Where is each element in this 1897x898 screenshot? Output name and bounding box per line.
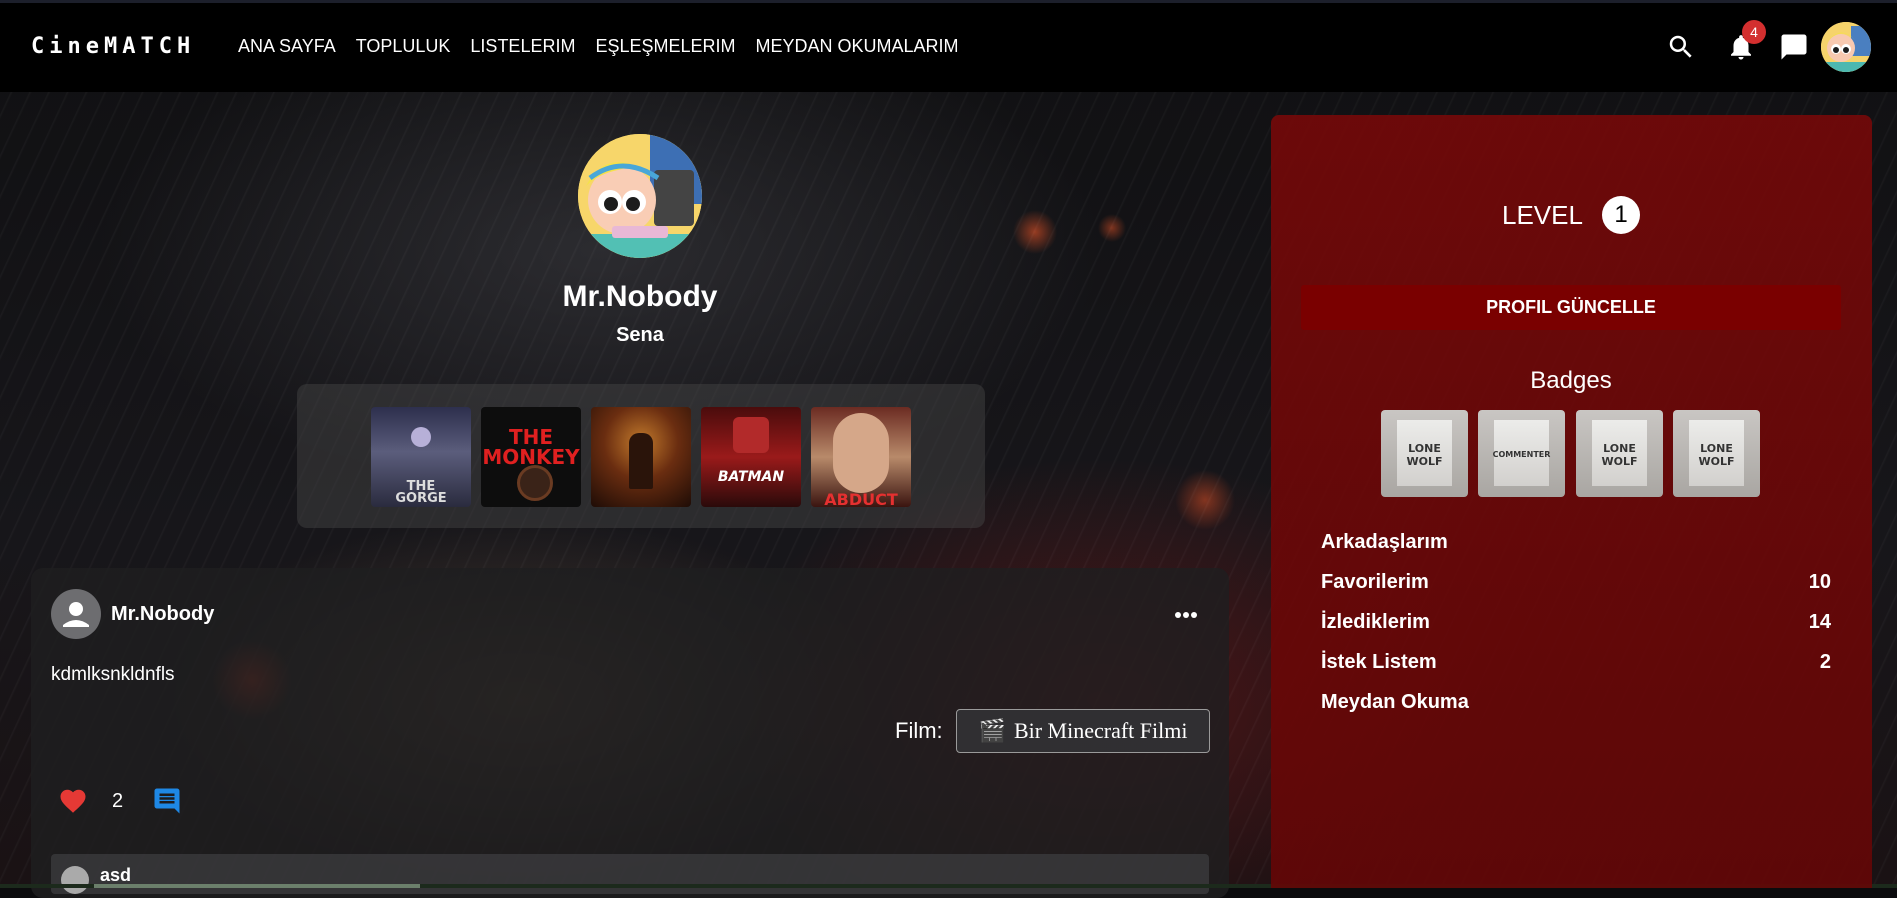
update-profile-button[interactable]: PROFIL GÜNCELLE [1301,285,1841,330]
favorite-poster[interactable]: BATMAN [701,407,801,507]
search-icon[interactable] [1666,32,1696,62]
brand-logo[interactable]: CineMATCH [31,34,195,59]
stat-value: 10 [1808,571,1831,593]
level-value: 1 [1602,196,1640,234]
like-count: 2 [112,790,124,812]
stat-label: İstek Listem [1321,651,1437,673]
poster-title: ABDUCT [824,490,898,507]
post-author-name[interactable]: Mr.Nobody [111,603,214,626]
post-content: kdmlksnkldnfls [51,664,175,685]
favorite-poster[interactable]: ABDUCT [811,407,911,507]
stat-value: 2 [1819,651,1831,673]
stat-label: İzlediklerim [1321,611,1430,633]
nav-link-lists[interactable]: LISTELERIM [470,36,575,57]
film-link-button[interactable]: 🎬 Bir Minecraft Filmi [956,709,1210,753]
user-avatar-menu[interactable] [1821,22,1871,72]
scrollbar-thumb[interactable] [94,884,420,888]
comment-author-name[interactable]: asd [100,865,131,886]
badge-lone-wolf[interactable]: LONE WOLF [1381,410,1468,497]
window-top-border [0,0,1897,3]
favorite-poster[interactable]: THE GORGE [371,407,471,507]
badges-title: Badges [1530,367,1612,394]
notification-count-badge: 4 [1742,20,1766,44]
poster-title: THE GORGE [395,479,447,506]
poster-title: BATMAN [717,469,785,485]
stat-friends[interactable]: Arkadaşlarım [1321,531,1831,554]
comment-author-avatar[interactable] [61,866,89,894]
more-options-icon[interactable] [1171,605,1201,625]
comment-item [51,854,1209,894]
badge-label: LONE WOLF [1698,442,1735,468]
stat-favorites[interactable]: Favorilerim 10 [1321,571,1831,594]
main-nav: ANA SAYFA TOPLULUK LISTELERIM EŞLEŞMELER… [238,36,979,57]
badge-commenter[interactable]: COMMENTER [1478,410,1565,497]
clapperboard-icon: 🎬 [978,718,1006,743]
favorite-poster[interactable]: THE MONKEY [481,407,581,507]
heart-icon[interactable] [58,786,88,816]
nav-link-matches[interactable]: EŞLEŞMELERIM [595,36,735,57]
badge-lone-wolf[interactable]: LONE WOLF [1673,410,1760,497]
poster-title: THE MONKEY [482,425,580,469]
badge-label: LONE WOLF [1601,442,1638,468]
badge-lone-wolf[interactable]: LONE WOLF [1576,410,1663,497]
nav-link-challenges[interactable]: MEYDAN OKUMALARIM [756,36,959,57]
nav-link-home[interactable]: ANA SAYFA [238,36,336,57]
profile-display-name: Sena [616,324,664,346]
stat-watched[interactable]: İzlediklerim 14 [1321,611,1831,634]
messages-icon[interactable] [1779,32,1809,62]
post-author-avatar[interactable] [51,589,101,639]
profile-username: Mr.Nobody [562,280,718,313]
stat-label: Meydan Okuma [1321,691,1469,713]
stat-label: Arkadaşlarım [1321,531,1448,553]
film-title: Bir Minecraft Filmi [1013,718,1188,743]
badge-label: LONE WOLF [1406,442,1443,468]
favorite-poster[interactable] [591,407,691,507]
comment-icon[interactable] [152,786,182,816]
badge-label: COMMENTER [1492,450,1551,459]
stat-challenges[interactable]: Meydan Okuma [1321,691,1831,714]
stat-label: Favorilerim [1321,571,1429,593]
level-label: LEVEL [1502,200,1583,230]
nav-link-community[interactable]: TOPLULUK [356,36,451,57]
stat-wishlist[interactable]: İstek Listem 2 [1321,651,1831,674]
stat-value: 14 [1808,611,1831,633]
profile-avatar [578,134,702,258]
film-label: Film: [895,718,943,743]
